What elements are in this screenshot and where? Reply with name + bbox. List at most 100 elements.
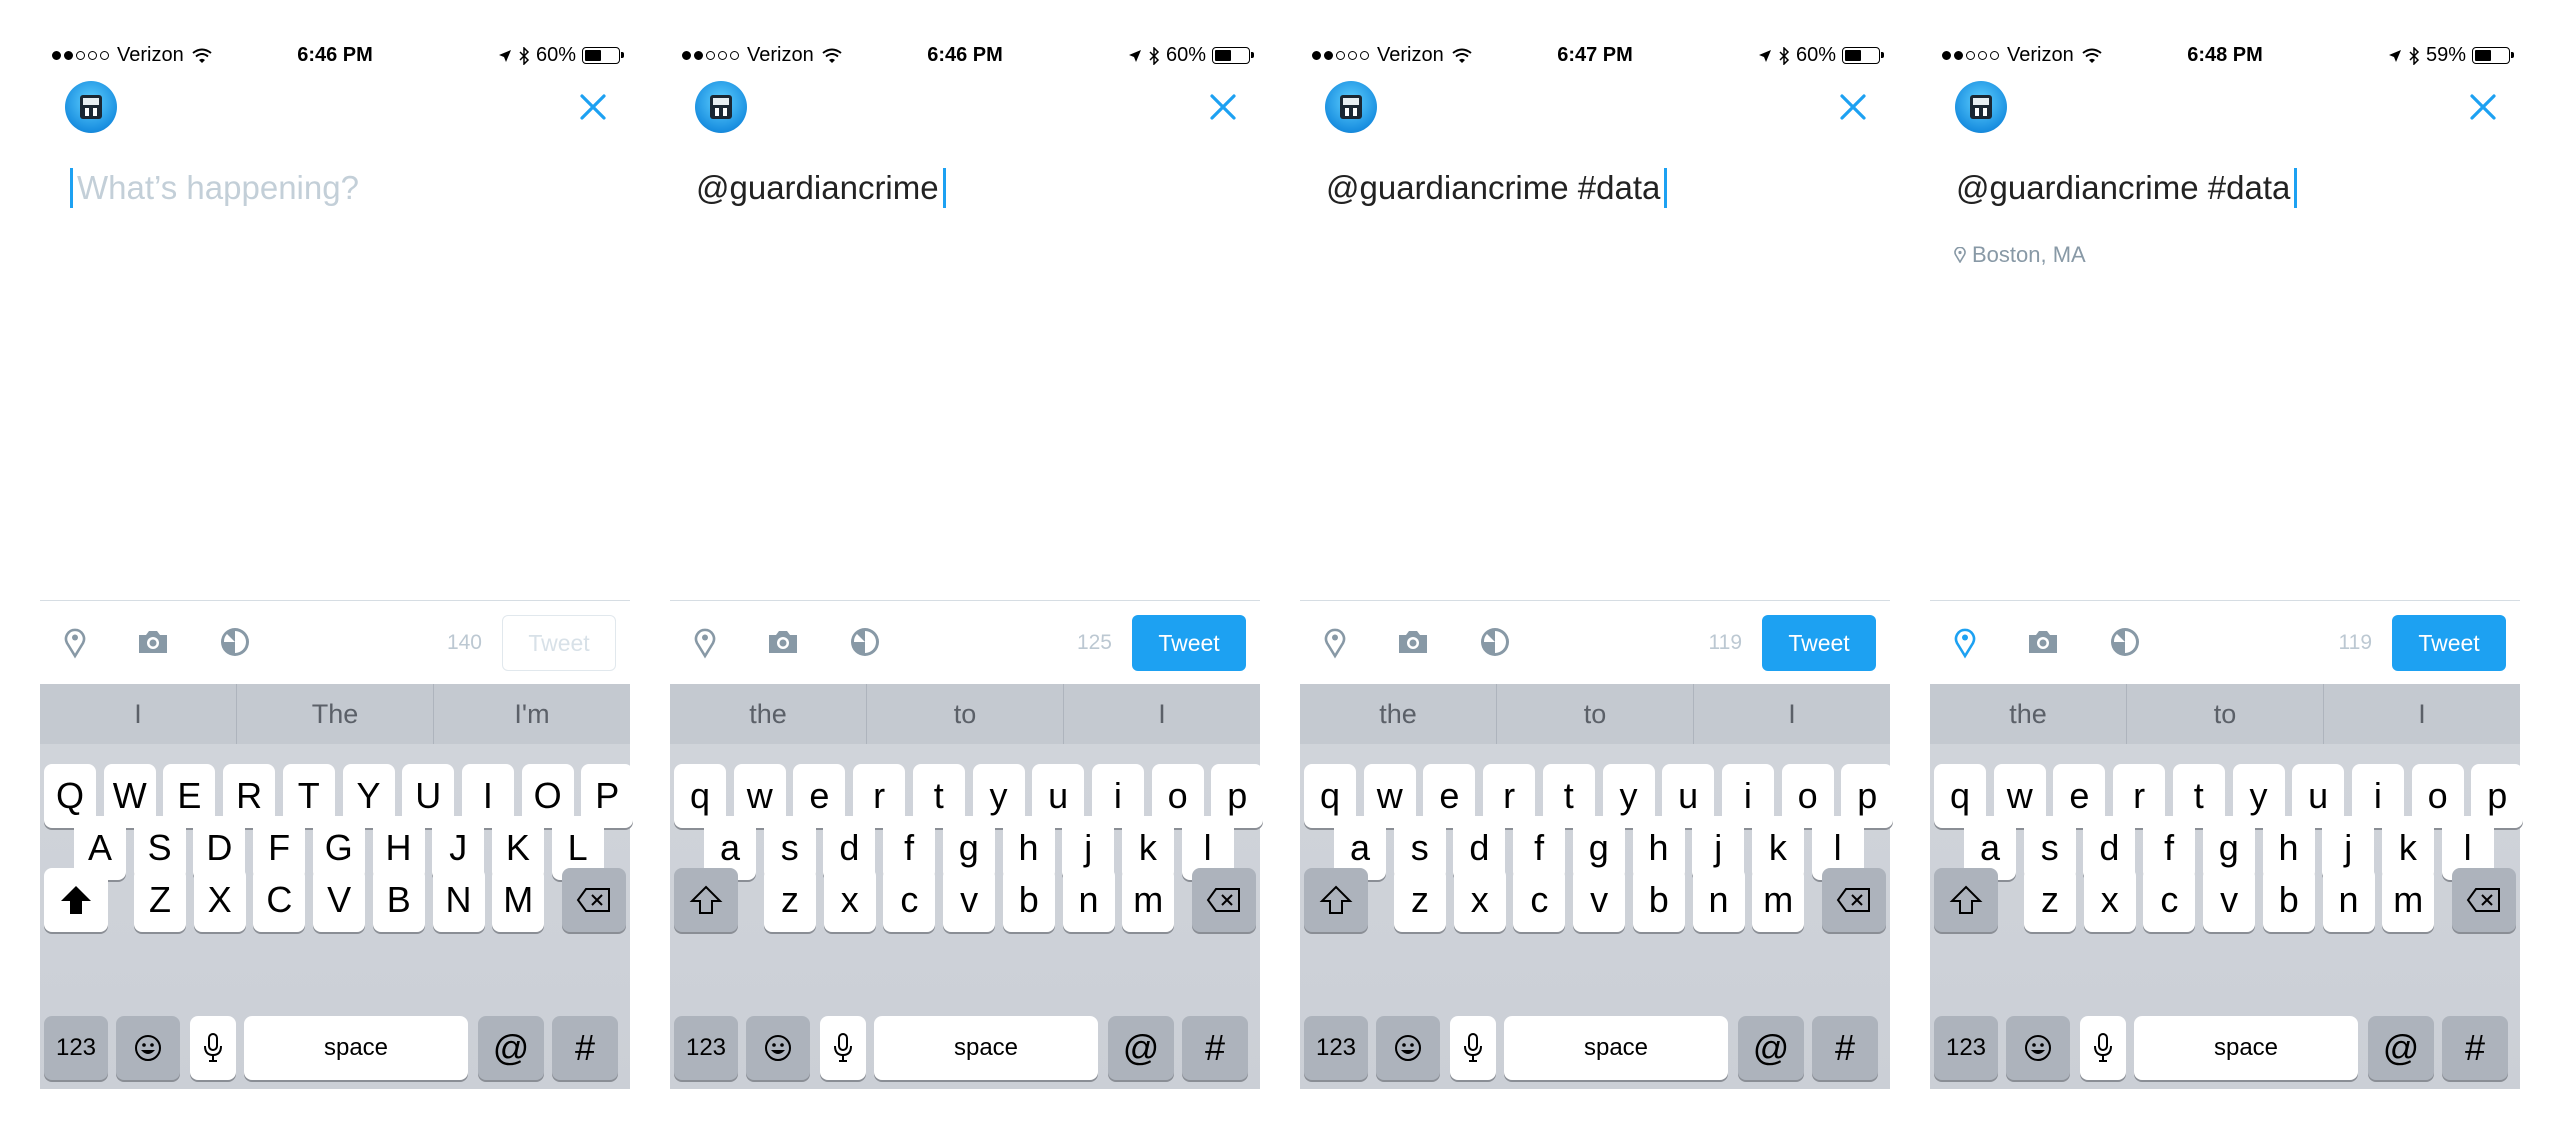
tweet-button[interactable]: Tweet <box>1762 615 1876 671</box>
hash-key[interactable]: # <box>2442 1016 2508 1080</box>
key-c[interactable]: C <box>253 868 306 932</box>
at-key[interactable]: @ <box>1738 1016 1804 1080</box>
camera-icon[interactable] <box>2026 625 2060 659</box>
tweet-button[interactable]: Tweet <box>1132 615 1246 671</box>
space-key[interactable]: space <box>874 1016 1098 1080</box>
emoji-key[interactable] <box>746 1016 810 1080</box>
space-key[interactable]: space <box>2134 1016 2358 1080</box>
key-b[interactable]: b <box>2262 868 2315 932</box>
key-m[interactable]: m <box>1752 868 1805 932</box>
emoji-key[interactable] <box>116 1016 180 1080</box>
at-key[interactable]: @ <box>2368 1016 2434 1080</box>
tweet-text-field[interactable]: @guardiancrime #data <box>1956 168 2301 208</box>
dictation-key[interactable] <box>1450 1016 1496 1080</box>
suggestion[interactable]: the <box>670 684 867 744</box>
suggestion[interactable]: the <box>1930 684 2127 744</box>
profile-avatar[interactable] <box>65 81 117 133</box>
key-x[interactable]: x <box>1453 868 1506 932</box>
key-v[interactable]: v <box>2203 868 2256 932</box>
dictation-key[interactable] <box>190 1016 236 1080</box>
numbers-key[interactable]: 123 <box>44 1016 108 1080</box>
key-n[interactable]: n <box>2322 868 2375 932</box>
at-key[interactable]: @ <box>1108 1016 1174 1080</box>
key-c[interactable]: c <box>2143 868 2196 932</box>
key-x[interactable]: X <box>193 868 246 932</box>
key-v[interactable]: V <box>313 868 366 932</box>
close-icon[interactable] <box>2468 92 2498 122</box>
suggestion[interactable]: The <box>237 684 434 744</box>
poll-icon[interactable] <box>1478 625 1512 659</box>
key-c[interactable]: c <box>883 868 936 932</box>
tweet-text-field[interactable]: @guardiancrime <box>696 168 950 208</box>
key-n[interactable]: N <box>432 868 485 932</box>
add-location-icon[interactable] <box>688 625 722 659</box>
key-c[interactable]: c <box>1513 868 1566 932</box>
key-b[interactable]: B <box>372 868 425 932</box>
suggestion[interactable]: I'm <box>434 684 630 744</box>
suggestion[interactable]: to <box>1497 684 1694 744</box>
dictation-key[interactable] <box>2080 1016 2126 1080</box>
dictation-key[interactable] <box>820 1016 866 1080</box>
key-x[interactable]: x <box>2083 868 2136 932</box>
key-z[interactable]: Z <box>134 868 186 932</box>
key-b[interactable]: b <box>1002 868 1055 932</box>
key-b[interactable]: b <box>1632 868 1685 932</box>
key-n[interactable]: n <box>1062 868 1115 932</box>
key-z[interactable]: z <box>764 868 816 932</box>
tweet-text-field[interactable]: @guardiancrime #data <box>1326 168 1671 208</box>
delete-key[interactable] <box>1192 868 1256 932</box>
delete-key[interactable] <box>562 868 626 932</box>
key-x[interactable]: x <box>823 868 876 932</box>
close-icon[interactable] <box>1838 92 1868 122</box>
key-m[interactable]: m <box>1122 868 1175 932</box>
close-icon[interactable] <box>578 92 608 122</box>
space-key[interactable]: space <box>244 1016 468 1080</box>
tweet-button[interactable]: Tweet <box>2392 615 2506 671</box>
hash-key[interactable]: # <box>1182 1016 1248 1080</box>
hash-key[interactable]: # <box>552 1016 618 1080</box>
hash-key[interactable]: # <box>1812 1016 1878 1080</box>
key-v[interactable]: v <box>1573 868 1626 932</box>
numbers-key[interactable]: 123 <box>674 1016 738 1080</box>
tweet-button[interactable]: Tweet <box>502 615 616 671</box>
profile-avatar[interactable] <box>1325 81 1377 133</box>
key-m[interactable]: M <box>492 868 545 932</box>
suggestion[interactable]: to <box>867 684 1064 744</box>
camera-icon[interactable] <box>136 625 170 659</box>
suggestion[interactable]: I <box>2324 684 2520 744</box>
camera-icon[interactable] <box>1396 625 1430 659</box>
at-key[interactable]: @ <box>478 1016 544 1080</box>
delete-key[interactable] <box>2452 868 2516 932</box>
camera-icon[interactable] <box>766 625 800 659</box>
key-n[interactable]: n <box>1692 868 1745 932</box>
numbers-key[interactable]: 123 <box>1304 1016 1368 1080</box>
suggestion[interactable]: I <box>1064 684 1260 744</box>
shift-key[interactable] <box>44 868 108 932</box>
close-icon[interactable] <box>1208 92 1238 122</box>
poll-icon[interactable] <box>2108 625 2142 659</box>
tweet-text-field[interactable]: What’s happening? <box>66 168 359 208</box>
suggestion[interactable]: I <box>1694 684 1890 744</box>
emoji-key[interactable] <box>2006 1016 2070 1080</box>
suggestion[interactable]: to <box>2127 684 2324 744</box>
add-location-icon[interactable] <box>1318 625 1352 659</box>
numbers-key[interactable]: 123 <box>1934 1016 1998 1080</box>
shift-key[interactable] <box>1304 868 1368 932</box>
profile-avatar[interactable] <box>1955 81 2007 133</box>
suggestion[interactable]: the <box>1300 684 1497 744</box>
shift-key[interactable] <box>674 868 738 932</box>
location-tag[interactable]: Boston, MA <box>1954 242 2086 268</box>
key-z[interactable]: z <box>1394 868 1446 932</box>
key-m[interactable]: m <box>2382 868 2435 932</box>
suggestion[interactable]: I <box>40 684 237 744</box>
emoji-key[interactable] <box>1376 1016 1440 1080</box>
space-key[interactable]: space <box>1504 1016 1728 1080</box>
delete-key[interactable] <box>1822 868 1886 932</box>
add-location-icon[interactable] <box>58 625 92 659</box>
shift-key[interactable] <box>1934 868 1998 932</box>
poll-icon[interactable] <box>218 625 252 659</box>
poll-icon[interactable] <box>848 625 882 659</box>
key-z[interactable]: z <box>2024 868 2076 932</box>
key-v[interactable]: v <box>943 868 996 932</box>
profile-avatar[interactable] <box>695 81 747 133</box>
